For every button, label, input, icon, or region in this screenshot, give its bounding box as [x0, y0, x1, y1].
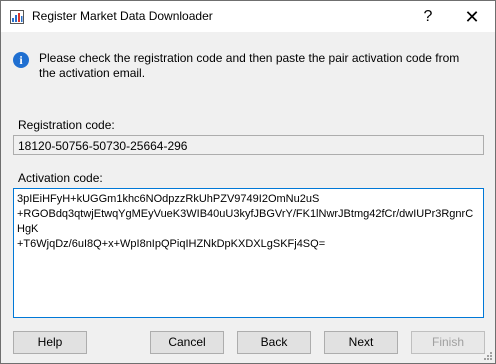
- resize-grip-icon[interactable]: [482, 350, 492, 360]
- finish-button: Finish: [411, 331, 485, 354]
- back-button[interactable]: Back: [237, 331, 311, 354]
- register-dialog: Register Market Data Downloader ? ✕ i Pl…: [0, 0, 496, 364]
- cancel-button[interactable]: Cancel: [150, 331, 224, 354]
- window-title: Register Market Data Downloader: [32, 9, 213, 23]
- dialog-body: i Please check the registration code and…: [1, 32, 495, 363]
- activation-code-input[interactable]: [13, 188, 484, 318]
- registration-code-field: 18120-50756-50730-25664-296: [13, 135, 484, 155]
- close-button[interactable]: ✕: [459, 5, 485, 29]
- title-bar[interactable]: Register Market Data Downloader ? ✕: [1, 1, 495, 32]
- app-icon: [10, 10, 24, 24]
- help-titlebar-button[interactable]: ?: [418, 5, 438, 29]
- activation-code-label: Activation code:: [18, 171, 103, 185]
- info-icon: i: [13, 52, 29, 68]
- instruction-message: Please check the registration code and t…: [39, 51, 460, 80]
- next-button[interactable]: Next: [324, 331, 398, 354]
- registration-code-label: Registration code:: [18, 118, 115, 132]
- help-button[interactable]: Help: [13, 331, 87, 354]
